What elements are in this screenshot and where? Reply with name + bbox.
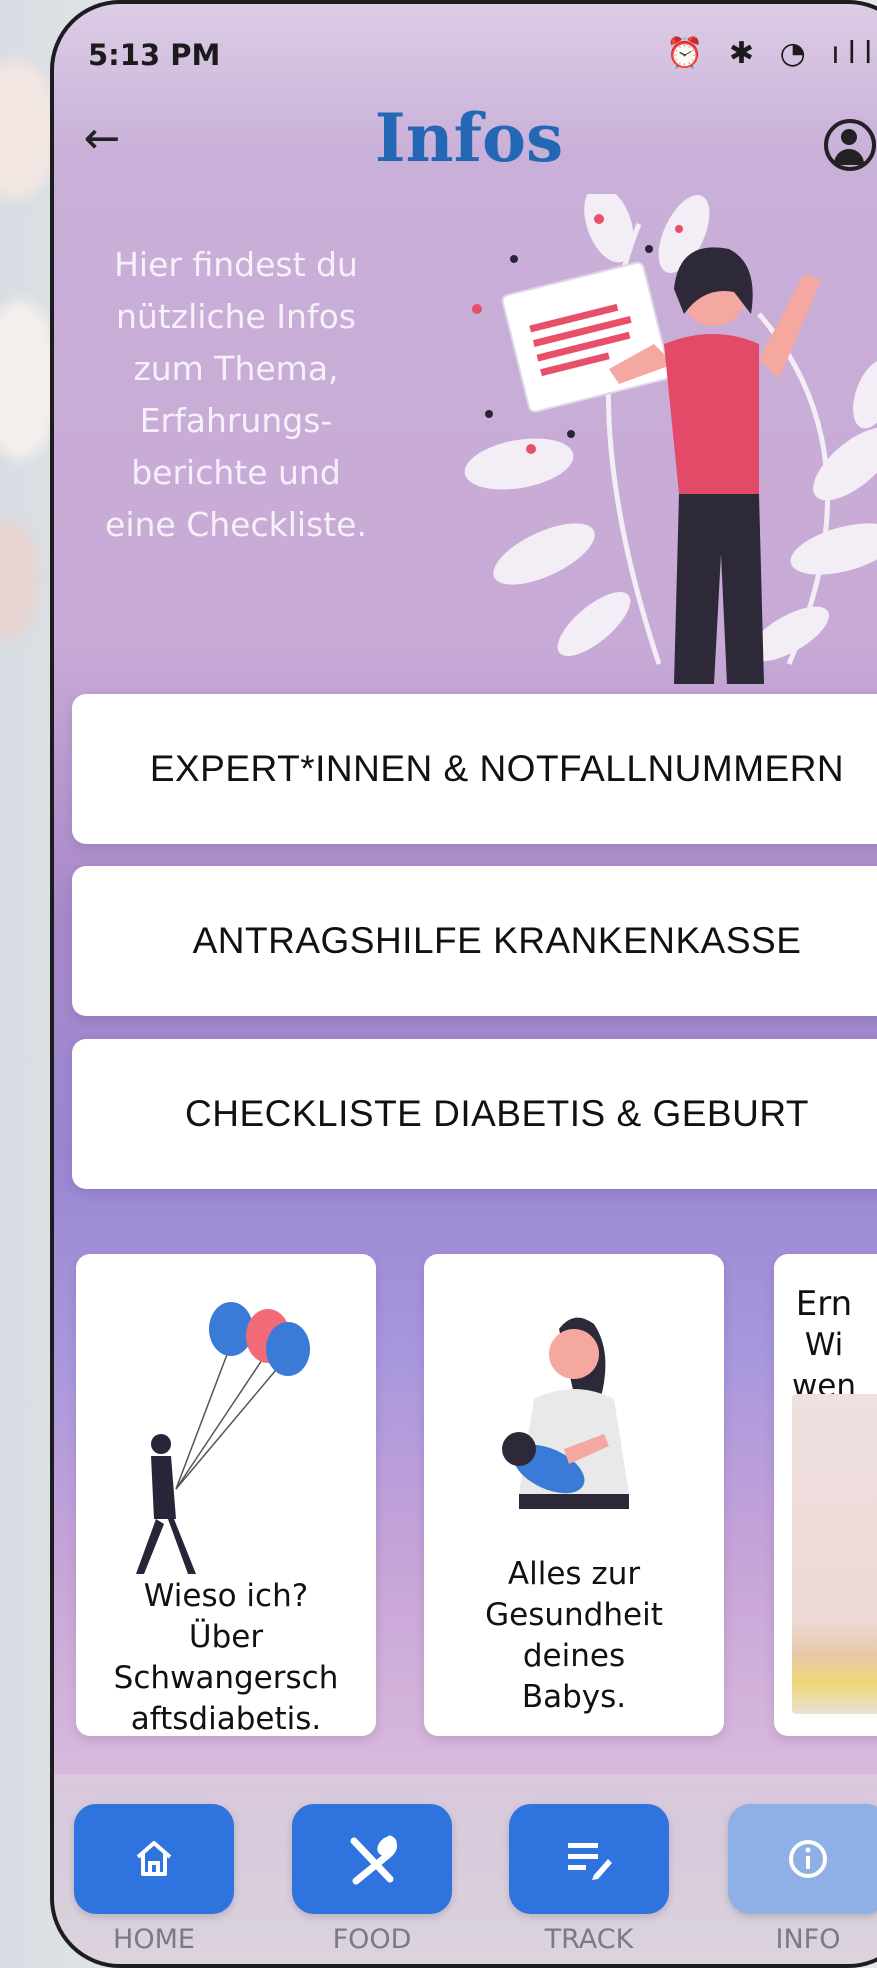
card-label: Ern Wi wen <box>774 1284 877 1407</box>
nav-home-button[interactable] <box>74 1804 234 1914</box>
page-title: Infos <box>374 99 564 177</box>
nav-label: INFO <box>775 1924 841 1955</box>
card-label: Wieso ich? Über Schwangersch aftsdiabeti… <box>84 1576 368 1736</box>
intro-line: Erfahrungs- <box>139 401 333 440</box>
status-icons: ⏰ ✱ ◔ ıll ▭ <box>666 36 877 71</box>
status-bar: 5:13 PM ⏰ ✱ ◔ ıll ▭ <box>88 32 877 82</box>
checklist-button[interactable]: CHECKLISTE DIABETIS & GEBURT <box>72 1039 877 1189</box>
card-label: Alles zur Gesundheit deines Babys. <box>432 1554 716 1718</box>
track-list-icon <box>568 1843 612 1880</box>
card-line: Gesundheit <box>485 1597 663 1633</box>
intro-line: zum Thema, <box>133 349 339 388</box>
mother-baby-illustration <box>502 1317 629 1509</box>
intro-line: berichte und <box>131 453 341 492</box>
card-line: Wieso ich? <box>143 1578 309 1614</box>
home-icon <box>136 1841 172 1876</box>
woman-with-document-illustration <box>464 194 877 684</box>
food-photo <box>792 1394 877 1714</box>
card-line: Ern <box>795 1284 853 1324</box>
nav-info-button[interactable] <box>728 1804 877 1914</box>
nav-track-button[interactable] <box>509 1804 669 1914</box>
insurance-help-button[interactable]: ANTRAGSHILFE KRANKENKASSE <box>72 866 877 1016</box>
card-line: Babys. <box>521 1679 627 1715</box>
nav-food-button[interactable] <box>292 1804 452 1914</box>
intro-text: Hier findest du nützliche Infos zum Them… <box>86 239 386 551</box>
nav-label: TRACK <box>544 1924 634 1955</box>
card-line: Alles zur <box>507 1556 641 1592</box>
balloon-woman-illustration <box>136 1302 310 1574</box>
background-blossom <box>0 520 40 640</box>
nav-label: FOOD <box>332 1924 412 1955</box>
nav-info[interactable]: INFO <box>728 1804 877 1955</box>
nav-food[interactable]: FOOD <box>292 1804 452 1955</box>
nav-home[interactable]: HOME <box>74 1804 234 1955</box>
nav-track[interactable]: TRACK <box>509 1804 669 1955</box>
nav-label: HOME <box>113 1924 195 1955</box>
card-nutrition[interactable]: Ern Wi wen <box>774 1254 877 1736</box>
intro-line: Hier findest du <box>114 245 358 284</box>
card-line: Wi <box>804 1327 844 1363</box>
header: ← Infos <box>54 99 877 199</box>
card-line: deines <box>522 1638 626 1674</box>
card-baby-health[interactable]: Alles zur Gesundheit deines Babys. <box>424 1254 724 1736</box>
experts-emergency-button[interactable]: EXPERT*INNEN & NOTFALLNUMMERN <box>72 694 877 844</box>
info-icon <box>789 1840 827 1878</box>
card-line: Über <box>188 1619 264 1655</box>
card-why-me[interactable]: Wieso ich? Über Schwangersch aftsdiabeti… <box>76 1254 376 1736</box>
profile-icon[interactable] <box>824 119 876 171</box>
card-line: Schwangersch <box>113 1660 339 1696</box>
status-time: 5:13 PM <box>88 38 221 72</box>
phone-frame: 5:13 PM ⏰ ✱ ◔ ıll ▭ ← Infos Hier findest… <box>50 0 877 1968</box>
card-line: aftsdiabetis. <box>130 1701 322 1736</box>
intro-line: nützliche Infos <box>116 297 356 336</box>
bottom-navigation: HOME FOOD TRACK INFO <box>54 1774 877 1964</box>
intro-line: eine Checkliste. <box>105 505 367 544</box>
fork-spoon-icon <box>350 1835 397 1885</box>
